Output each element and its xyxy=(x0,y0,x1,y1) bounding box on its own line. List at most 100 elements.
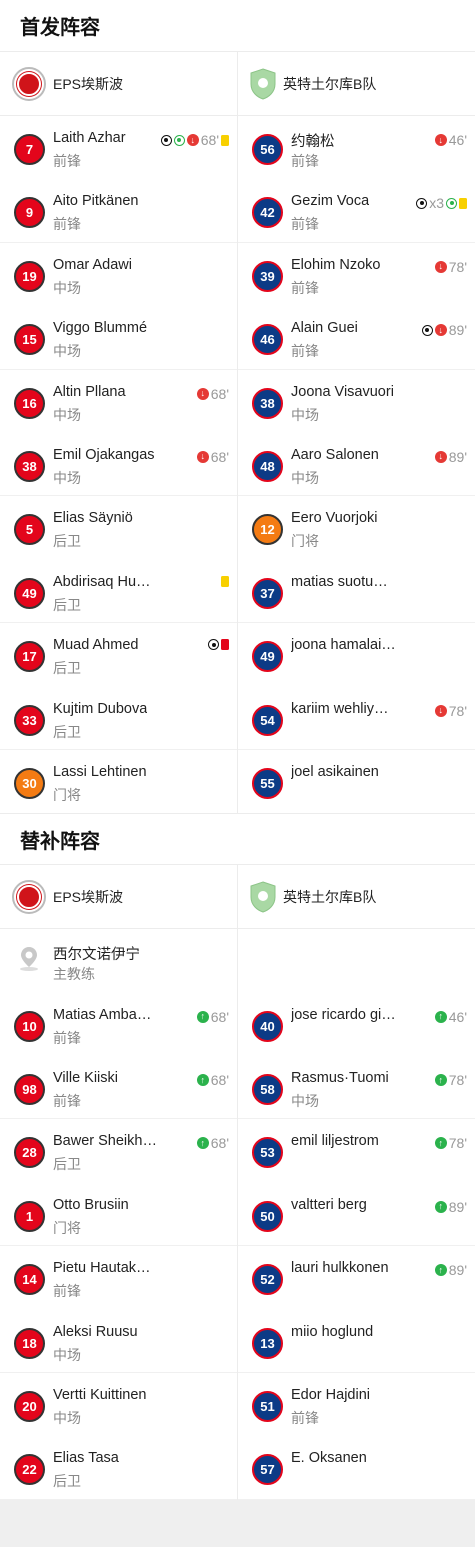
player-position: 前锋 xyxy=(291,216,319,233)
player-row[interactable]: 10 Matias Amba… 前锋 ↑ 68' xyxy=(0,993,237,1056)
player-row[interactable]: 28 Bawer Sheikh… 后卫 ↑ 68' xyxy=(0,1119,237,1182)
assist-ball-icon xyxy=(446,197,457,209)
player-row[interactable]: 13 miio hoglund xyxy=(238,1310,475,1374)
sub-in-icon: ↑ xyxy=(434,1074,447,1087)
shirt-number-badge: 56 xyxy=(252,134,283,165)
player-row[interactable]: 46 Alain Guei 前锋 ↓ 89' xyxy=(238,306,475,370)
player-row[interactable]: 58 Rasmus·Tuomi 中场 ↑ 78' xyxy=(238,1056,475,1120)
player-position: 前锋 xyxy=(53,216,81,233)
shirt-number-badge: 18 xyxy=(14,1327,45,1359)
player-row[interactable]: 50 valtteri berg ↑ 89' xyxy=(238,1183,475,1247)
player-events: ↓ 89' xyxy=(434,449,467,465)
sub-in-icon: ↑ xyxy=(196,1137,209,1150)
player-row[interactable]: 39 Elohim Nzoko 前锋 ↓ 78' xyxy=(238,243,475,306)
shirt-number-badge: 49 xyxy=(252,641,283,673)
player-row[interactable]: 48 Aaro Salonen 中场 ↓ 89' xyxy=(238,433,475,497)
player-events: ↑ 78' xyxy=(434,1072,467,1088)
shirt-number-badge: 46 xyxy=(252,324,283,356)
away-team-header[interactable]: 英特土尔库B队 xyxy=(238,52,475,116)
home-team-name: EPS埃斯波 xyxy=(53,75,124,92)
player-row[interactable]: 42 Gezim Voca 前锋 x3 xyxy=(238,179,475,243)
shirt-number-badge: 1 xyxy=(14,1200,45,1232)
shirt-number-badge: 13 xyxy=(252,1327,283,1359)
sub-in-icon: ↑ xyxy=(196,1074,209,1087)
coach-row[interactable]: 西尔文诺伊宁 主教练 xyxy=(0,929,237,992)
player-events xyxy=(221,575,229,587)
player-position: 后卫 xyxy=(53,1473,81,1490)
player-row[interactable]: 37 matias suotu… xyxy=(238,560,475,624)
home-team-name: EPS埃斯波 xyxy=(53,888,124,905)
player-row[interactable]: 22 Elias Tasa 后卫 xyxy=(0,1436,237,1500)
player-position: 中场 xyxy=(53,406,81,423)
player-events: ↑ 68' xyxy=(196,1135,229,1151)
player-position: 前锋 xyxy=(291,1410,319,1427)
player-position: 前锋 xyxy=(53,1093,81,1110)
player-row[interactable]: 49 joona hamalai… xyxy=(238,623,475,686)
player-row[interactable]: 51 Edor Hajdini 前锋 xyxy=(238,1373,475,1436)
goal-ball-icon xyxy=(421,324,433,336)
shirt-number-badge: 30 xyxy=(14,767,45,799)
sub-out-icon: ↓ xyxy=(434,324,447,337)
starting-lineup: EPS埃斯波 7 Laith Azhar 前锋 ↓ 68' 9 Aito Pitkänen 前… xyxy=(0,52,475,814)
player-position: 后卫 xyxy=(53,723,81,740)
player-row[interactable]: 20 Vertti Kuittinen 中场 xyxy=(0,1373,237,1436)
player-name: Emil Ojakangas xyxy=(53,446,155,463)
event-time: 68' xyxy=(200,132,219,148)
substitutes-title: 替补阵容 xyxy=(0,813,475,866)
player-row[interactable]: 38 Emil Ojakangas 中场 ↓ 68' xyxy=(0,433,237,497)
player-position: 中场 xyxy=(291,469,319,486)
player-position: 前锋 xyxy=(53,1029,81,1046)
player-row[interactable]: 12 Eero Vuorjoki 门将 xyxy=(238,496,475,559)
coach-avatar-icon xyxy=(14,943,44,973)
away-team-header[interactable]: 英特土尔库B队 xyxy=(238,865,475,930)
player-row[interactable]: 57 E. Oksanen xyxy=(238,1436,475,1500)
player-row[interactable]: 38 Joona Visavuori 中场 xyxy=(238,370,475,433)
player-name: jose ricardo gi… xyxy=(291,1006,396,1023)
shirt-number-badge: 38 xyxy=(252,387,283,419)
player-row[interactable]: 55 joel asikainen xyxy=(238,750,475,813)
home-subs-column: EPS埃斯波 西尔文诺伊宁 主教练 10 Matias Amba… 前锋 ↑ 68' 98… xyxy=(0,865,237,1500)
player-row[interactable]: 33 Kujtim Dubova 后卫 xyxy=(0,687,237,750)
shirt-number-badge: 42 xyxy=(252,197,283,229)
event-time: 68' xyxy=(210,1072,229,1089)
player-row[interactable]: 98 Ville Kiiski 前锋 ↑ 68' xyxy=(0,1056,237,1120)
player-row[interactable]: 40 jose ricardo gi… ↑ 46' xyxy=(238,993,475,1056)
player-events: ↓ 68' xyxy=(196,386,229,402)
player-events: ↓ 46' xyxy=(434,132,467,148)
player-row[interactable]: 49 Abdirisaq Hu… 后卫 xyxy=(0,560,237,624)
player-row[interactable]: 16 Altin Pllana 中场 ↓ 68' xyxy=(0,370,237,433)
player-name: Ville Kiiski xyxy=(53,1070,119,1087)
shirt-number-badge: 19 xyxy=(14,260,45,292)
player-name: Kujtim Dubova xyxy=(53,700,148,717)
player-row[interactable]: 1 Otto Brusiin 门将 xyxy=(0,1183,237,1247)
empty-coach-row xyxy=(238,929,475,992)
player-row[interactable]: 14 Pietu Hautak… 前锋 xyxy=(0,1246,237,1309)
player-events: ↑ 89' xyxy=(434,1262,467,1278)
shirt-number-badge: 12 xyxy=(252,514,283,546)
player-row[interactable]: 5 Elias Säyniö 后卫 xyxy=(0,496,237,559)
player-row[interactable]: 52 lauri hulkkonen ↑ 89' xyxy=(238,1246,475,1309)
player-position: 中场 xyxy=(53,343,81,360)
player-position: 后卫 xyxy=(53,533,81,550)
player-row[interactable]: 54 kariim wehliy… ↓ 78' xyxy=(238,687,475,750)
player-position: 中场 xyxy=(53,1410,81,1427)
player-name: lauri hulkkonen xyxy=(291,1260,389,1277)
player-row[interactable]: 17 Muad Ahmed 后卫 xyxy=(0,623,237,686)
home-team-header[interactable]: EPS埃斯波 xyxy=(0,865,237,930)
player-row[interactable]: 56 约翰松 前锋 ↓ 46' xyxy=(238,116,475,179)
away-team-name: 英特土尔库B队 xyxy=(283,888,377,905)
player-position: 中场 xyxy=(53,279,81,296)
event-time: 68' xyxy=(210,1008,229,1025)
player-row[interactable]: 15 Viggo Blummé 中场 xyxy=(0,306,237,370)
player-row[interactable]: 18 Aleksi Ruusu 中场 xyxy=(0,1310,237,1374)
player-name: Omar Adawi xyxy=(53,256,132,273)
shirt-number-badge: 15 xyxy=(14,324,45,356)
player-name: Elias Tasa xyxy=(53,1450,119,1467)
home-team-header[interactable]: EPS埃斯波 xyxy=(0,52,237,116)
player-row[interactable]: 9 Aito Pitkänen 前锋 xyxy=(0,179,237,243)
player-row[interactable]: 53 emil liljestrom ↑ 78' xyxy=(238,1119,475,1182)
player-row[interactable]: 30 Lassi Lehtinen 门将 xyxy=(0,750,237,813)
player-row[interactable]: 19 Omar Adawi 中场 xyxy=(0,243,237,306)
player-events: ↓ 89' xyxy=(421,322,467,338)
player-row[interactable]: 7 Laith Azhar 前锋 ↓ 68' xyxy=(0,116,237,179)
